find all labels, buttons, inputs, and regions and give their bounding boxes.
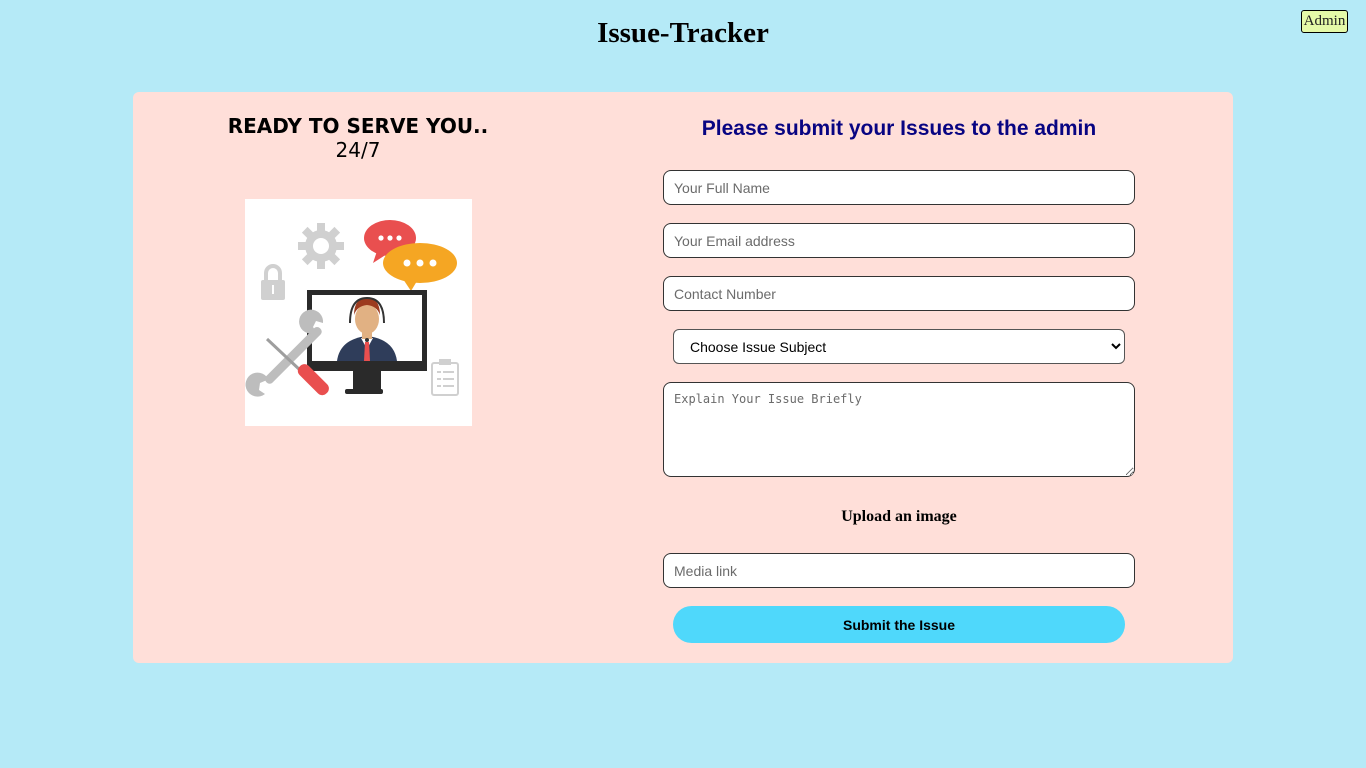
full-name-input[interactable]: [663, 170, 1135, 205]
media-link-input[interactable]: [663, 553, 1135, 588]
lock-icon: [261, 264, 285, 300]
page-title: Issue-Tracker: [597, 17, 769, 49]
support-heading-line1: READY TO SERVE YOU..: [227, 114, 489, 138]
form-heading: Please submit your Issues to the admin: [701, 117, 1097, 140]
gear-icon: [298, 223, 344, 269]
issue-subject-select[interactable]: Choose Issue Subject: [673, 329, 1125, 364]
clipboard-icon: [431, 359, 459, 396]
submit-issue-button[interactable]: Submit the Issue: [673, 606, 1125, 643]
orange-speech-bubble-icon: [383, 243, 457, 291]
support-illustration: [245, 199, 472, 426]
email-input[interactable]: [663, 223, 1135, 258]
support-heading-line2: 24/7: [335, 138, 381, 162]
support-heading: READY TO SERVE YOU.. 24/7: [228, 114, 489, 162]
upload-image-label: Upload an image: [841, 508, 957, 525]
contact-number-input[interactable]: [663, 276, 1135, 311]
issue-description-textarea[interactable]: [663, 382, 1135, 477]
admin-button[interactable]: Admin: [1301, 10, 1348, 33]
